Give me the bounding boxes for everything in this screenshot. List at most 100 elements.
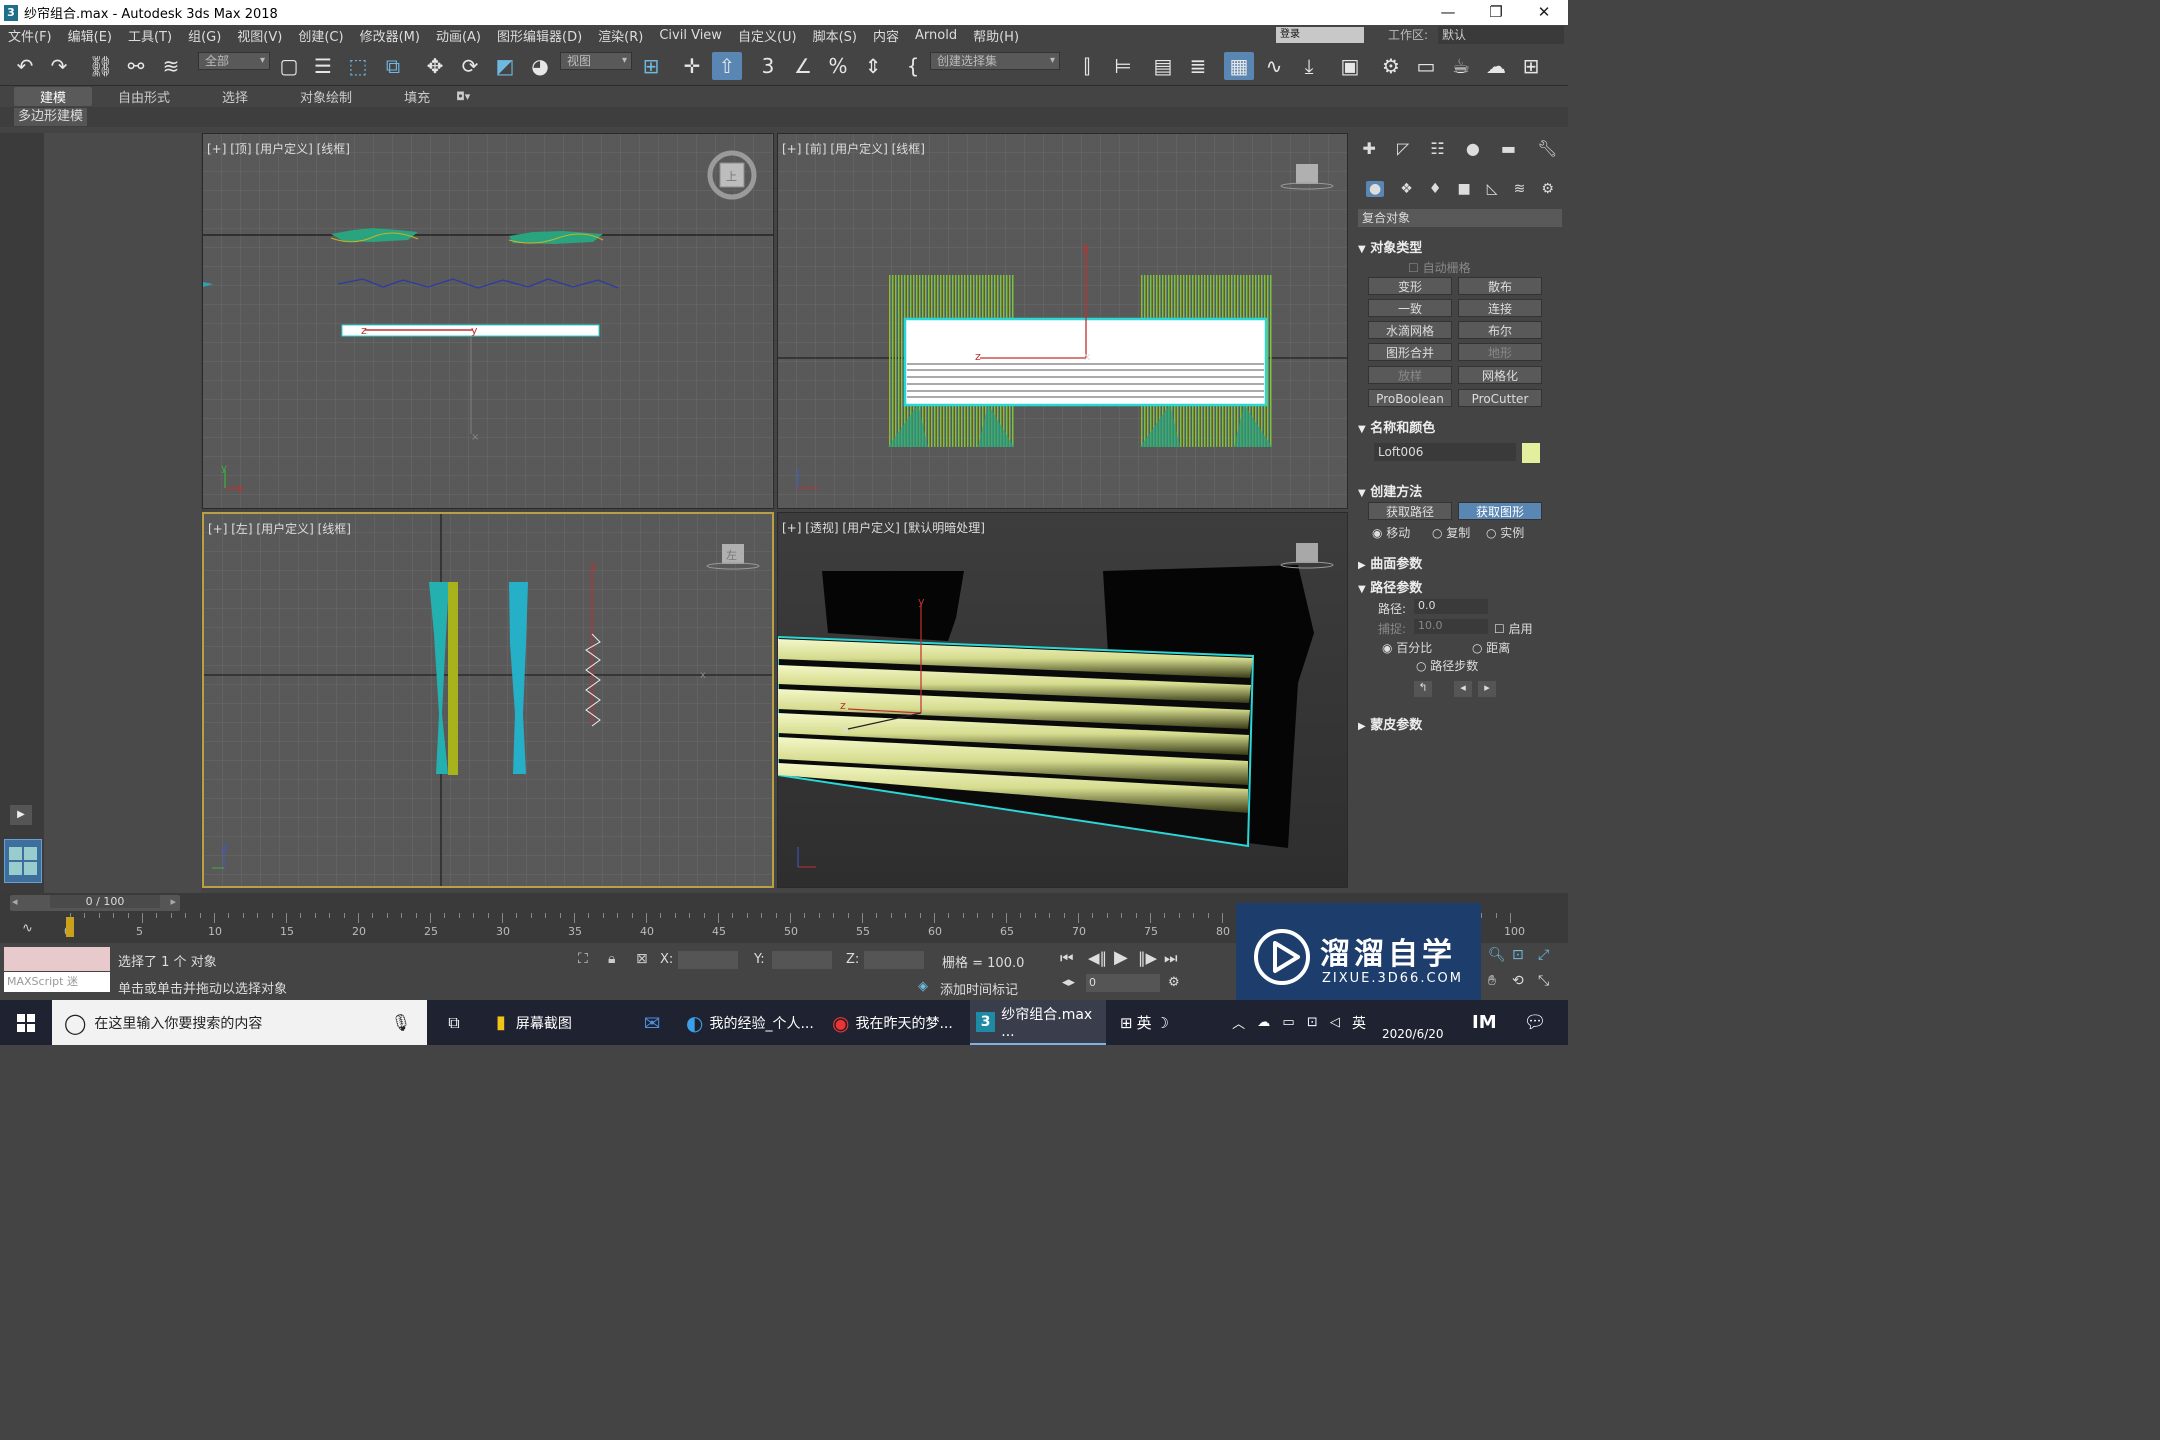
curve-editor-icon[interactable]: ∿ (1259, 52, 1289, 80)
object-color-swatch[interactable] (1522, 443, 1540, 463)
zoom-icon[interactable]: 🔍︎ (1488, 947, 1506, 963)
ime-toolbar[interactable]: ⊞ 英 ☽ (1116, 1000, 1226, 1045)
ribbon-toggle-icon[interactable]: ▦ (1224, 52, 1254, 80)
viewport-top[interactable]: [+] [顶] [用户定义] [线框] z y × 上 x y (202, 133, 774, 509)
next-frame-icon[interactable]: ‖▶ (1138, 949, 1157, 967)
move-icon[interactable]: ✥ (420, 52, 450, 80)
menu-create[interactable]: 创建(C) (290, 26, 351, 45)
rendered-frame-icon[interactable]: ▭ (1411, 52, 1441, 80)
spacewarps-icon[interactable]: ≋ (1514, 181, 1526, 197)
network-icon[interactable]: ⊡ (1307, 1015, 1318, 1030)
pivot-center-icon[interactable]: ⊞ (636, 52, 666, 80)
expand-icon[interactable]: ▶ (10, 805, 32, 825)
taskbar-search-box[interactable]: ◯ 在这里输入你要搜索的内容 🎙︎ (52, 1000, 427, 1045)
x-coordinate-field[interactable] (678, 951, 738, 969)
menu-animation[interactable]: 动画(A) (428, 26, 489, 45)
modify-tab-icon[interactable]: ◸ (1397, 139, 1409, 158)
menu-customize[interactable]: 自定义(U) (730, 26, 805, 45)
enable-checkbox[interactable]: ☐ 启用 (1494, 620, 1533, 637)
select-manipulate-icon[interactable]: ✛ (677, 52, 707, 80)
a360-gallery-icon[interactable]: ⊞ (1516, 52, 1546, 80)
menu-scripting[interactable]: 脚本(S) (805, 26, 865, 45)
maximize-viewport-icon[interactable]: ⤡ (1538, 973, 1549, 989)
login-dropdown[interactable]: 登录 (1276, 27, 1364, 43)
menu-edit[interactable]: 编辑(E) (60, 26, 120, 45)
tab-object-paint[interactable]: 对象绘制 (274, 87, 378, 106)
clock-date[interactable]: 2020/6/20 (1382, 1000, 1472, 1045)
menu-file[interactable]: 文件(F) (0, 26, 60, 45)
keyboard-shortcut-override-icon[interactable]: ⇧ (712, 52, 742, 80)
pan-icon[interactable]: ✋︎ (1488, 973, 1496, 989)
named-selection-dropdown[interactable]: 创建选择集 (930, 52, 1060, 70)
path-params-rollout[interactable]: ▼ 路径参数 (1358, 577, 1562, 597)
microphone-icon[interactable]: 🎙︎ (391, 1013, 411, 1032)
maxscript-mini-listener[interactable]: MAXScript 迷 (4, 972, 110, 992)
menu-views[interactable]: 视图(V) (229, 26, 290, 45)
geometry-icon[interactable]: ● (1366, 181, 1385, 197)
get-path-button[interactable]: 获取路径 (1368, 502, 1452, 520)
boolean-button[interactable]: 布尔 (1458, 321, 1542, 339)
object-type-rollout[interactable]: ▼ 对象类型 (1358, 237, 1562, 257)
snap-spinner[interactable]: 10.0 (1414, 619, 1488, 634)
spinner-snap-icon[interactable]: ⇕ (858, 52, 888, 80)
surface-params-rollout[interactable]: ▶ 曲面参数 (1358, 553, 1562, 573)
viewport-label[interactable]: [+] [透视] [用户定义] [默认明暗处理] (782, 519, 985, 536)
undo-icon[interactable]: ↶ (10, 52, 40, 80)
y-coordinate-field[interactable] (772, 951, 832, 969)
viewport-label[interactable]: [+] [顶] [用户定义] [线框] (207, 140, 350, 157)
copy-radio[interactable]: ○ 复制 (1432, 524, 1470, 541)
path-steps-radio[interactable]: ○ 路径步数 (1416, 657, 1478, 674)
blobmesh-button[interactable]: 水滴网格 (1368, 321, 1452, 339)
go-to-start-icon[interactable]: ⏮ (1060, 949, 1074, 967)
render-cloud-icon[interactable]: ☁ (1481, 52, 1511, 80)
cameras-icon[interactable]: ■ (1458, 181, 1471, 197)
window-crossing-icon[interactable]: ⧉ (378, 52, 408, 80)
name-color-rollout[interactable]: ▼ 名称和颜色 (1358, 417, 1562, 437)
motion-tab-icon[interactable]: ● (1466, 139, 1480, 158)
menu-graph-editors[interactable]: 图形编辑器(D) (489, 26, 590, 45)
viewcube[interactable] (1296, 164, 1318, 184)
time-slider[interactable]: ◂ 0 / 100 ▸ (10, 895, 180, 911)
material-editor-icon[interactable]: ▣ (1335, 52, 1365, 80)
category-dropdown[interactable]: 复合对象 (1358, 209, 1562, 227)
hierarchy-tab-icon[interactable]: ☷ (1430, 139, 1444, 158)
key-mode-icon[interactable]: ◂▸ (1062, 975, 1075, 990)
create-tab-icon[interactable]: ✚ (1363, 139, 1376, 158)
selection-filter-dropdown[interactable]: 全部 (198, 52, 270, 70)
zoom-all-icon[interactable]: ⊡ (1512, 947, 1524, 963)
scale-icon[interactable]: ◩ (490, 52, 520, 80)
go-to-end-icon[interactable]: ⏭ (1164, 949, 1178, 967)
layer-explorer-icon[interactable]: ≣ (1183, 52, 1213, 80)
object-name-field[interactable]: Loft006 (1374, 443, 1516, 461)
orbit-icon[interactable]: ⟲ (1512, 973, 1524, 989)
viewport-front[interactable]: [+] [前] [用户定义] [线框] y z x (777, 133, 1348, 509)
viewport-layout-icon[interactable] (4, 839, 42, 883)
menu-tools[interactable]: 工具(T) (120, 26, 180, 45)
polygon-modeling-panel[interactable]: 多边形建模 (14, 108, 88, 126)
menu-help[interactable]: 帮助(H) (965, 26, 1027, 45)
proboolean-button[interactable]: ProBoolean (1368, 389, 1452, 407)
add-time-tag[interactable]: 添加时间标记 (940, 979, 1018, 998)
unlink-icon[interactable]: ⚯ (121, 52, 151, 80)
dope-sheet-icon[interactable]: ⤓ (1294, 52, 1324, 80)
maxscript-listener-pink[interactable] (4, 947, 110, 971)
menu-modifiers[interactable]: 修改器(M) (352, 26, 428, 45)
shapemerge-button[interactable]: 图形合并 (1368, 343, 1452, 361)
maximize-button[interactable]: ❐ (1472, 0, 1520, 25)
skin-params-rollout[interactable]: ▶ 蒙皮参数 (1358, 714, 1562, 734)
viewcube[interactable] (1296, 543, 1318, 563)
render-setup-icon[interactable]: ⚙ (1376, 52, 1406, 80)
battery-icon[interactable]: ▭ (1282, 1015, 1294, 1030)
minimize-button[interactable]: — (1424, 0, 1472, 25)
close-button[interactable]: ✕ (1520, 0, 1568, 25)
ribbon-options-icon[interactable]: ◘▾ (456, 90, 470, 103)
isolate-icon[interactable]: ⛶ (578, 951, 588, 967)
distance-radio[interactable]: ○ 距离 (1472, 639, 1510, 656)
shapes-icon[interactable]: ❖ (1400, 181, 1413, 197)
taskbar-netease[interactable]: ◉ 我在昨天的梦... (826, 1000, 968, 1045)
scene-explorer-icon[interactable]: ▤ (1148, 52, 1178, 80)
link-icon[interactable]: ⛓ (86, 52, 116, 80)
menu-content[interactable]: 内容 (865, 26, 907, 45)
morph-button[interactable]: 变形 (1368, 277, 1452, 295)
angle-snap-icon[interactable]: ∠ (788, 52, 818, 80)
